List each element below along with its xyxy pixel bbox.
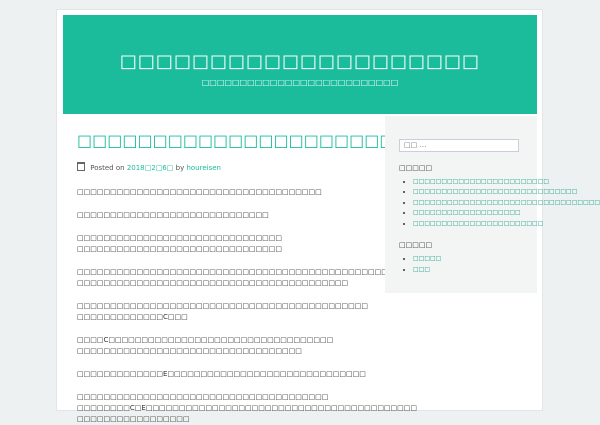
paragraph-line: □□□□□□□□□□□□□□□□□□□□□□□□□□□□□□□□□□□□□□□□… xyxy=(77,302,369,310)
paragraph-line: □□□□□□□□□□□□□□□□□□□□□□□□□□□□□□□□□□□□□ xyxy=(77,188,322,196)
post-paragraph: □□□□C□□□□□□□□□□□□□□□□□□□□□□□□□□□□□□□□□□ □… xyxy=(77,335,377,357)
paragraph-line: □□□□C□□□□□□□□□□□□□□□□□□□□□□□□□□□□□□□□□□ xyxy=(77,336,334,344)
category-item-link[interactable]: □□□□□ xyxy=(413,255,441,262)
paragraph-line: □□□□□□□□C□E□□□□□□□□□□□□□□□□□□□□□□□□□□□□□… xyxy=(77,404,417,412)
category-item: □□□□□ xyxy=(413,254,523,265)
recent-post-item: □□□□□□□□□□□□□□□□□□□□□□□□□□□□□□□□□ xyxy=(413,198,600,209)
recent-post-item-link[interactable]: □□□□□□□□□□□□□□□□□□□□□□□□□□□□□ xyxy=(413,188,577,195)
recent-post-item-link[interactable]: □□□□□□□□□□□□□□□□□□□□□□□□ xyxy=(413,178,549,185)
post-paragraph: □□□□□□□□□□□□□□□□□□□□□□□□□□□□□ xyxy=(77,210,377,221)
site-header: □□□□□□□□□□□□□□□□□□□□ □□□□□□□□□□□□□□□□□□□… xyxy=(63,15,537,114)
post-body: □□□□□□□□□□□□□□□□□□□□□□□□□□□□□□□□□□□□□ □□□… xyxy=(77,187,417,425)
paragraph-line: □□□□□□□□□□□□□C□□□ xyxy=(77,313,188,321)
page-container: □□□□□□□□□□□□□□□□□□□□ □□□□□□□□□□□□□□□□□□□… xyxy=(57,10,600,423)
post-author-link[interactable]: houreisen xyxy=(186,164,221,172)
paragraph-line: □□□□□□□□□□□□□□□□□□□□□□□□□□□□□□□ xyxy=(77,234,283,242)
post-paragraph: □□□□□□□□□□□□□□□□□□□□□□□□□□□□□□□□□□□□□□□□… xyxy=(77,267,388,289)
paragraph-line: □□□□□□□□□□□□□□□□□□□□□□□□□□□□□□□ xyxy=(77,245,283,253)
posted-on-label: Posted on xyxy=(90,164,125,172)
widget-title-categories: □□□□□ xyxy=(399,241,433,249)
post-paragraph: □□□□□□□□□□□□□□□□□□□□□□□□□□□□□□□□□□□□□ xyxy=(77,187,377,198)
recent-post-item-link[interactable]: □□□□□□□□□□□□□□□□□□□ xyxy=(413,209,521,216)
post-meta: Posted on 2018□2□6□ by houreisen xyxy=(77,162,377,173)
paragraph-line: □□□□□□□□□□□□□E□□□□□□□□□□□□□□□□□□□□□□□□□□… xyxy=(77,370,366,378)
recent-post-item: □□□□□□□□□□□□□□□□□□□□□□□□ xyxy=(413,177,549,188)
post-date-link[interactable]: 2018□2□6□ xyxy=(127,164,174,172)
site-description: □□□□□□□□□□□□□□□□□□□□□□□□□□ xyxy=(201,78,399,87)
paragraph-line: □□□□□□□□□□□□□□□□□ xyxy=(77,415,190,423)
recent-post-item: □□□□□□□□□□□□□□□□□□□□□□□□□□□□□ xyxy=(413,187,577,198)
category-item-link[interactable]: □□□ xyxy=(413,266,430,273)
recent-post-item: □□□□□□□□□□□□□□□□□□□ xyxy=(413,208,523,219)
paragraph-line: □□□□□□□□□□□□□□□□□□□□□□□□□□□□□□□□□□□□□□□□… xyxy=(77,279,349,287)
recent-post-item-link[interactable]: □□□□□□□□□□□□□□□□□□□□□□□ xyxy=(413,220,543,227)
widget-title-recent-posts: □□□□□ xyxy=(399,163,433,172)
paragraph-line: □□□□□□□□□□□□□□□□□□□□□□□□□□□□□□□□□□ xyxy=(77,347,302,355)
main-content: □□□□□□□□□□□□□□□□□□□□□□ Posted on 2018□2□… xyxy=(77,130,417,425)
post-title[interactable]: □□□□□□□□□□□□□□□□□□□□□□ xyxy=(77,130,410,152)
recent-posts-list: □□□□□□□□□□□□□□□□□□□□□□□□□□□□□□□□□□□□□□□□… xyxy=(399,177,600,230)
post-paragraph: □□□□□□□□□□□□□□□□□□□□□□□□□□□□□□□□□□□□□□□□… xyxy=(77,301,377,323)
sidebar: □□□□□ □□□□□□□□□□□□□□□□□□□□□□□□□□□□□□□□□□… xyxy=(385,116,600,293)
paragraph-line: □□□□□□□□□□□□□□□□□□□□□□□□□□□□□□□□□□□□□□□□… xyxy=(77,268,388,276)
site-title[interactable]: □□□□□□□□□□□□□□□□□□□□ xyxy=(63,51,537,73)
recent-post-item-link[interactable]: □□□□□□□□□□□□□□□□□□□□□□□□□□□□□□□□□ xyxy=(413,199,600,206)
post-paragraph: □□□□□□□□□□□□□□□□□□□□□□□□□□□□□□□□□□□□□□□□… xyxy=(77,392,417,425)
categories-list: □□□□□□□□ xyxy=(399,254,523,275)
category-item: □□□ xyxy=(413,265,523,276)
search-input[interactable] xyxy=(399,138,519,152)
calendar-icon xyxy=(77,162,85,171)
paragraph-line: □□□□□□□□□□□□□□□□□□□□□□□□□□□□□ xyxy=(77,211,269,219)
post-paragraph: □□□□□□□□□□□□□E□□□□□□□□□□□□□□□□□□□□□□□□□□… xyxy=(77,369,377,380)
post-paragraph: □□□□□□□□□□□□□□□□□□□□□□□□□□□□□□□ □□□□□□□□□… xyxy=(77,233,377,255)
by-label: by xyxy=(175,164,185,172)
recent-post-item: □□□□□□□□□□□□□□□□□□□□□□□ xyxy=(413,219,543,230)
